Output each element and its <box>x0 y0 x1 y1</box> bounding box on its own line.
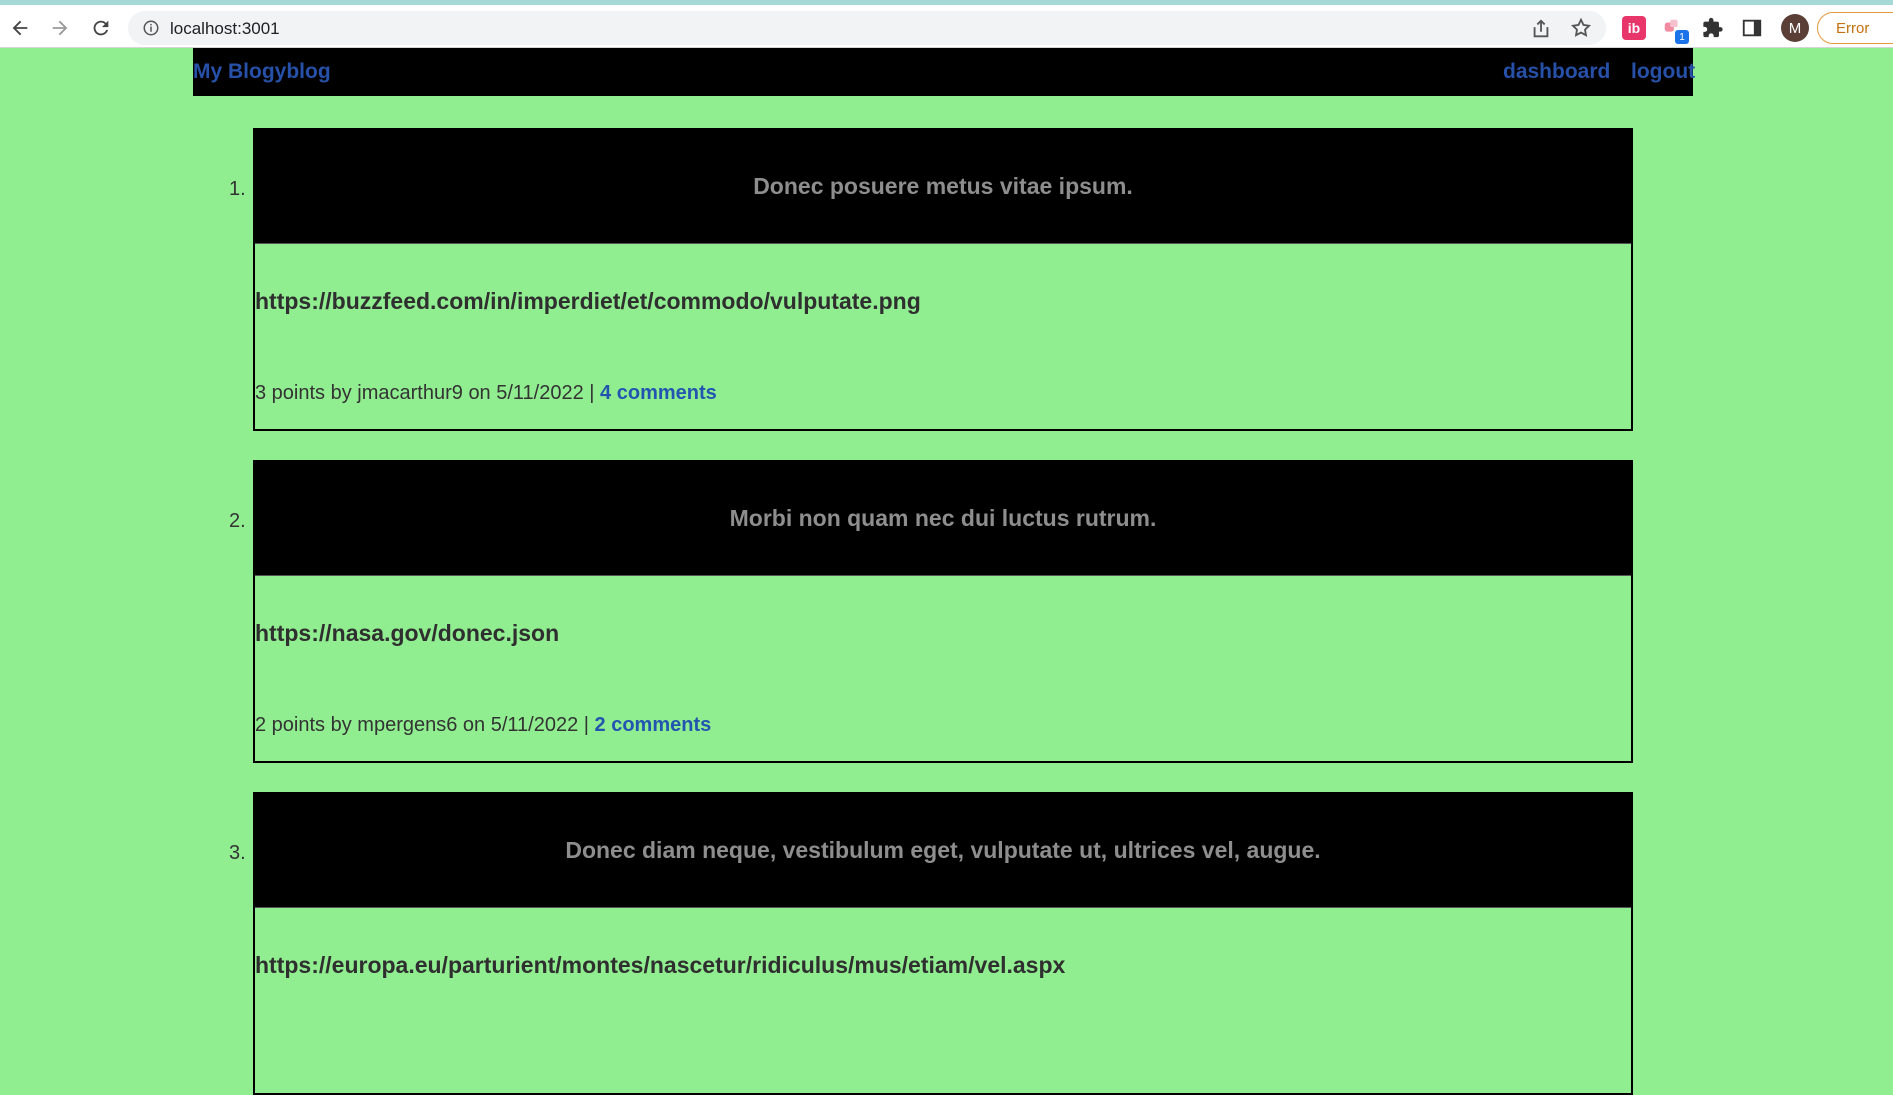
post-title: Donec diam neque, vestibulum eget, vulpu… <box>565 837 1321 863</box>
post-number: 1. <box>229 178 246 200</box>
url-text[interactable]: localhost:3001 <box>170 19 280 39</box>
post-item: 2. Morbi non quam nec dui luctus rutrum.… <box>229 460 1633 763</box>
extensions-button[interactable] <box>1701 16 1725 40</box>
post-url: https://europa.eu/parturient/montes/nasc… <box>255 952 1066 978</box>
arrow-right-icon <box>52 20 68 36</box>
reload-button[interactable] <box>87 14 115 42</box>
post-meta-text: 3 points by jmacarthur9 on 5/11/2022 | <box>255 382 601 404</box>
profile-avatar[interactable]: M <box>1781 14 1809 42</box>
post-number: 2. <box>229 510 246 532</box>
post-number: 3. <box>229 842 246 864</box>
extension-with-badge-icon[interactable]: 1 <box>1661 16 1689 44</box>
bookmark-star-icon[interactable] <box>1570 17 1592 39</box>
arrow-left-icon <box>12 20 28 36</box>
logout-link[interactable]: logout <box>1631 60 1695 84</box>
post-meta: 3 points by jmacarthur9 on 5/11/2022 | 4… <box>255 382 717 405</box>
share-icon[interactable] <box>1530 18 1552 40</box>
reload-icon <box>93 20 109 36</box>
site-header: My Blogyblog dashboard logout <box>193 48 1695 96</box>
post-url: https://nasa.gov/donec.json <box>255 620 560 646</box>
error-button[interactable]: Error <box>1817 12 1893 44</box>
post-comments-link[interactable]: 4 comments <box>600 382 717 404</box>
forward-button[interactable] <box>46 14 74 42</box>
ib-extension-icon[interactable]: ib <box>1622 16 1646 40</box>
address-bar[interactable]: localhost:3001 <box>128 11 1606 45</box>
post-item: 3. Donec diam neque, vestibulum eget, vu… <box>229 792 1633 1095</box>
post-title-bar: Donec diam neque, vestibulum eget, vulpu… <box>255 794 1631 908</box>
post-url: https://buzzfeed.com/in/imperdiet/et/com… <box>255 288 921 314</box>
browser-toolbar: localhost:3001 ib 1 M Error <box>0 0 1893 48</box>
post-title: Morbi non quam nec dui luctus rutrum. <box>729 505 1157 531</box>
side-panel-button[interactable] <box>1740 16 1764 40</box>
post-title: Donec posuere metus vitae ipsum. <box>753 173 1133 199</box>
back-button[interactable] <box>6 14 34 42</box>
post-title-bar: Donec posuere metus vitae ipsum. <box>255 130 1631 244</box>
info-icon[interactable] <box>142 19 160 37</box>
extension-badge: 1 <box>1675 30 1689 44</box>
brand-link[interactable]: My Blogyblog <box>193 60 331 84</box>
post-meta-text: 2 points by mpergens6 on 5/11/2022 | <box>255 714 595 736</box>
dashboard-link[interactable]: dashboard <box>1503 60 1610 84</box>
side-panel-icon <box>1742 19 1762 37</box>
puzzle-icon <box>1703 17 1723 38</box>
post-item: 1. Donec posuere metus vitae ipsum. http… <box>229 128 1633 431</box>
post-meta: 2 points by mpergens6 on 5/11/2022 | 2 c… <box>255 714 711 737</box>
post-comments-link[interactable]: 2 comments <box>595 714 712 736</box>
post-title-bar: Morbi non quam nec dui luctus rutrum. <box>255 462 1631 576</box>
